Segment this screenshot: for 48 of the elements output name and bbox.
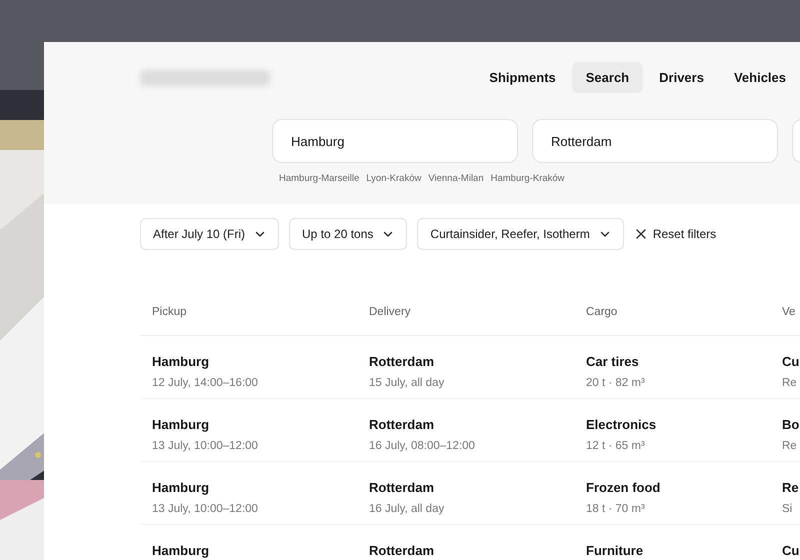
detail-text: 16 July, 08:00–12:00 bbox=[369, 438, 475, 454]
route-suggestion-link[interactable]: Hamburg-Kraków bbox=[490, 172, 565, 186]
location-text: Rotterdam bbox=[369, 353, 434, 371]
detail-text: 15 July, all day bbox=[369, 376, 444, 390]
close-icon bbox=[636, 229, 646, 239]
detail-text: 13 July, 10:00–12:00 bbox=[152, 502, 258, 516]
location-text: Rotterdam bbox=[369, 416, 434, 434]
location-text: Car tires bbox=[586, 353, 639, 371]
location-text: Frozen food bbox=[586, 479, 660, 497]
location-text: Cu bbox=[782, 542, 800, 560]
location-text: Hamburg bbox=[152, 416, 210, 434]
location-text: Electronics bbox=[586, 416, 656, 434]
detail-text: Re bbox=[782, 376, 797, 390]
nav-tab[interactable]: Drivers bbox=[645, 62, 718, 93]
detail-text: 16 July, all day bbox=[369, 502, 444, 516]
detail-text: Si bbox=[782, 502, 792, 516]
location-text: Hamburg bbox=[152, 542, 210, 560]
detail-text: 12 July, 14:00–16:00 bbox=[152, 376, 258, 390]
detail-text: Re bbox=[782, 438, 797, 454]
filter-dropdown[interactable]: After July 10 (Fri) bbox=[140, 218, 280, 250]
location-text: Hamburg bbox=[152, 479, 210, 497]
location-text: Hamburg bbox=[152, 353, 210, 371]
search-field[interactable]: Rotterdam bbox=[532, 119, 778, 163]
nav-tab[interactable]: Search bbox=[572, 62, 644, 93]
column-header: Ve bbox=[782, 305, 796, 320]
logo-icon bbox=[140, 70, 270, 86]
detail-text: 18 t · 70 m³ bbox=[586, 502, 645, 516]
location-text: Rotterdam bbox=[369, 479, 434, 497]
location-text: Furniture bbox=[586, 542, 644, 560]
filter-dropdown[interactable]: Up to 20 tons bbox=[289, 218, 408, 250]
filter-dropdown[interactable]: Curtainsider, Reefer, Isotherm bbox=[417, 218, 624, 250]
detail-text: 20 t · 82 m³ bbox=[586, 376, 645, 390]
detail-text: 13 July, 10:00–12:00 bbox=[152, 438, 258, 454]
nav-tab[interactable]: Vehicles bbox=[720, 62, 800, 93]
route-suggestion-link[interactable]: Hamburg-Marseille bbox=[279, 172, 360, 186]
reset-filters-button[interactable]: Reset filters bbox=[634, 218, 718, 250]
location-text: Bo bbox=[782, 416, 800, 434]
route-suggestion-link[interactable]: Lyon-Kraków bbox=[366, 172, 422, 186]
location-text: Rotterdam bbox=[369, 542, 434, 560]
route-suggestion-link[interactable]: Vienna-Milan bbox=[428, 172, 484, 186]
search-field[interactable]: Hamburg bbox=[272, 119, 518, 163]
nav-tab[interactable]: Shipments bbox=[475, 62, 570, 93]
column-header: Delivery bbox=[369, 305, 411, 320]
column-header: Cargo bbox=[586, 305, 618, 320]
location-text: Cu bbox=[782, 353, 800, 371]
location-text: Re bbox=[782, 479, 799, 497]
detail-text: 12 t · 65 m³ bbox=[586, 438, 645, 454]
column-header: Pickup bbox=[152, 305, 187, 320]
